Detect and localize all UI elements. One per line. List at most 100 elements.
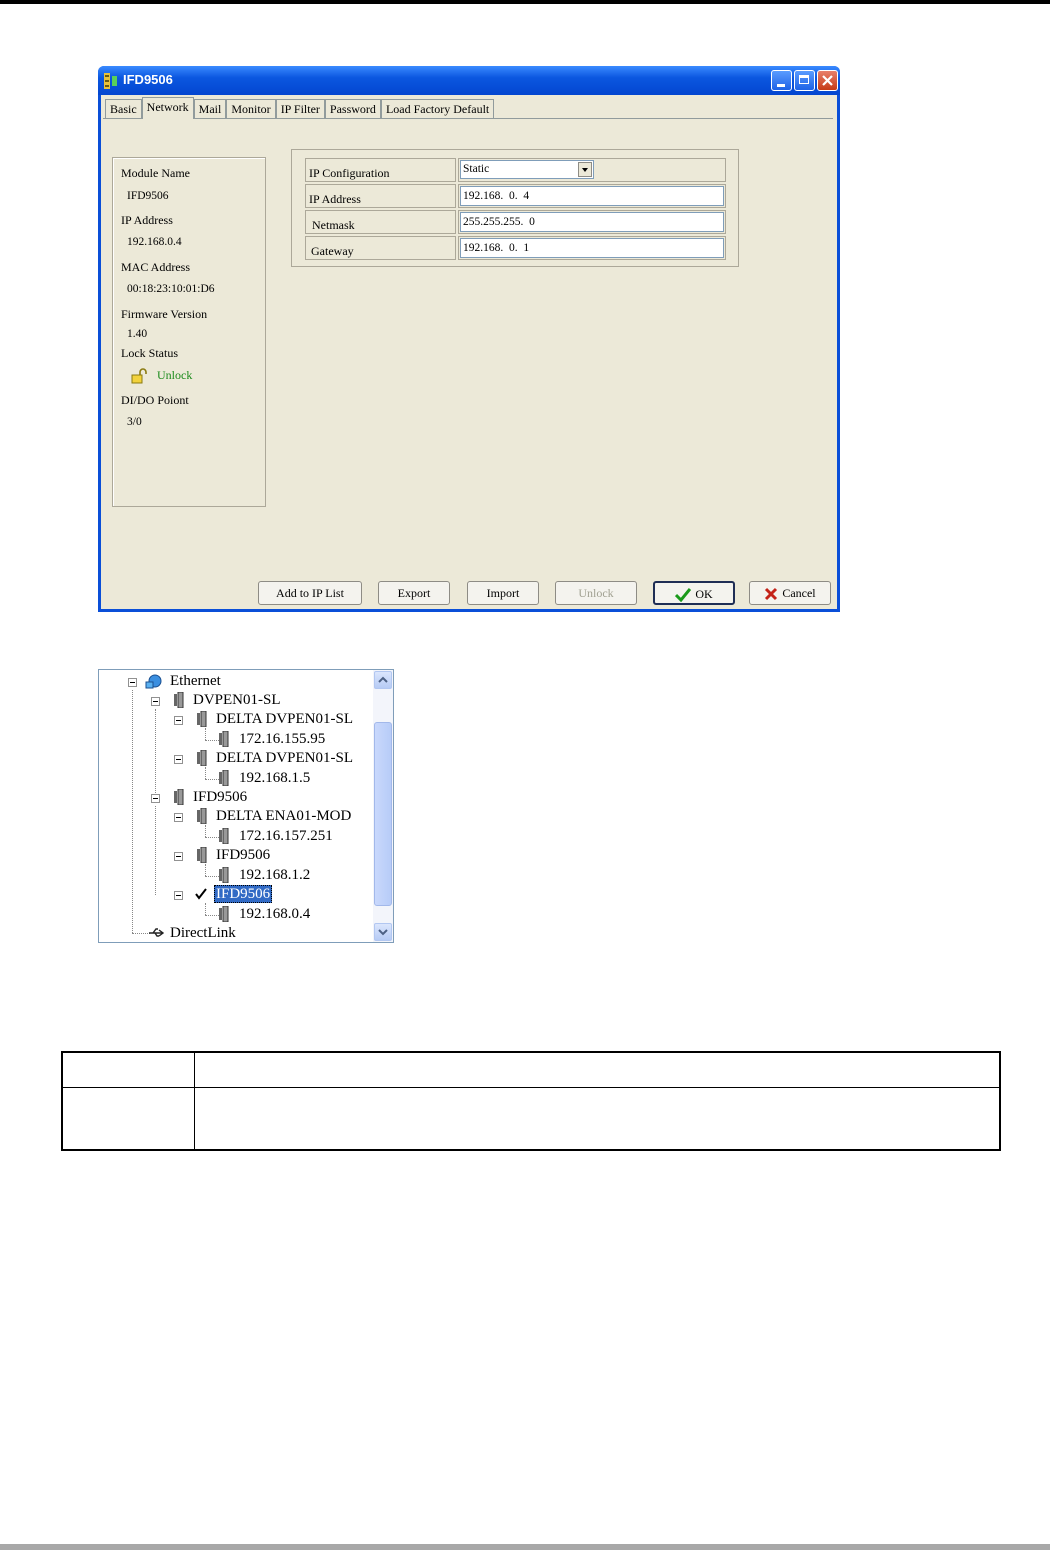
device-icon [197, 750, 207, 766]
close-icon[interactable] [817, 70, 838, 91]
ip-address-field-label: IP Address [305, 184, 456, 208]
ok-button[interactable]: OK [653, 581, 735, 605]
tree-guide [205, 837, 219, 838]
ip-configuration-selected: Static [463, 163, 490, 175]
cancel-x-icon [765, 588, 778, 601]
device-icon [219, 770, 229, 786]
device-tree[interactable]: Ethernet DVPEN01-SL DELTA DVPEN01-SL 172… [98, 669, 394, 943]
tree-item-delta-dvpen01-sl[interactable]: DELTA DVPEN01-SL [216, 749, 353, 767]
tree-guide [205, 864, 206, 876]
collapse-icon[interactable] [174, 813, 183, 822]
lock-status-label: Lock Status [121, 346, 178, 360]
tree-guide [205, 779, 219, 780]
ip-config-group: IP Configuration Static IP Address 192.1… [291, 149, 739, 267]
chevron-down-icon[interactable] [578, 162, 592, 177]
netmask-label: Netmask [305, 210, 456, 234]
tab-basic[interactable]: Basic [105, 99, 142, 119]
tree-item-ip[interactable]: 172.16.157.251 [239, 827, 333, 845]
title-bar[interactable]: IFD9506 [98, 66, 840, 95]
dido-point-label: DI/DO Poiont [121, 393, 189, 407]
page-bottom-rule [0, 1544, 1050, 1550]
collapse-icon[interactable] [174, 755, 183, 764]
ip-configuration-select[interactable]: Static [460, 160, 594, 179]
collapse-icon[interactable] [151, 697, 160, 706]
tree-item-delta-dvpen01-sl[interactable]: DELTA DVPEN01-SL [216, 710, 353, 728]
tree-guide [155, 709, 156, 799]
unlock-button[interactable]: Unlock [555, 581, 637, 605]
checkmark-icon [195, 888, 207, 900]
module-name-value: IFD9506 [127, 190, 169, 202]
scroll-up-button[interactable] [374, 671, 392, 689]
lock-status-value: Unlock [157, 368, 193, 382]
tab-ip-filter[interactable]: IP Filter [275, 99, 325, 119]
firmware-version-label: Firmware Version [121, 307, 208, 321]
firmware-version-value: 1.40 [127, 328, 148, 340]
collapse-icon[interactable] [174, 716, 183, 725]
network-icon [145, 674, 162, 689]
tab-password[interactable]: Password [324, 99, 381, 119]
device-icon [219, 867, 229, 883]
device-icon [174, 692, 184, 708]
mac-address-value: 00:18:23:10:01:D6 [127, 283, 215, 295]
scroll-thumb[interactable] [374, 722, 392, 906]
collapse-icon[interactable] [174, 891, 183, 900]
tab-load-factory-default[interactable]: Load Factory Default [380, 99, 495, 119]
device-icon [197, 808, 207, 824]
tree-item-ip[interactable]: 172.16.155.95 [239, 730, 325, 748]
collapse-icon[interactable] [128, 678, 137, 687]
selected-item-label: IFD9506 [214, 885, 273, 903]
table-column-divider [194, 1053, 195, 1149]
dido-point-value: 3/0 [127, 416, 142, 428]
tab-network[interactable]: Network [141, 97, 194, 119]
device-icon [197, 847, 207, 863]
tree-scrollbar[interactable] [373, 670, 393, 942]
collapse-icon[interactable] [174, 852, 183, 861]
tree-item-ip[interactable]: 192.168.1.5 [239, 769, 310, 787]
tree-item-ip[interactable]: 192.168.0.4 [239, 905, 310, 923]
tree-item-ifd9506[interactable]: IFD9506 [216, 846, 270, 864]
tree-guide [205, 915, 219, 916]
minimize-icon[interactable] [771, 70, 792, 91]
ip-address-input[interactable]: 192.168. 0. 4 [460, 186, 724, 206]
import-button[interactable]: Import [467, 581, 539, 605]
tree-guide [155, 806, 156, 895]
table-row-divider [63, 1087, 999, 1088]
device-icon [174, 789, 184, 805]
open-lock-icon [131, 368, 147, 384]
tab-monitor[interactable]: Monitor [226, 99, 276, 119]
network-tab-panel: Module Name IFD9506 IP Address 192.168.0… [103, 118, 833, 573]
gateway-input[interactable]: 192.168. 0. 1 [460, 238, 724, 258]
empty-table [61, 1051, 1001, 1151]
tree-item-directlink[interactable]: DirectLink [170, 924, 236, 942]
tree-item-ethernet[interactable]: Ethernet [170, 672, 221, 690]
app-icon [104, 73, 117, 89]
ip-address-value: 192.168.0.4 [127, 236, 182, 248]
add-to-ip-list-button[interactable]: Add to IP List [258, 581, 362, 605]
cancel-button[interactable]: Cancel [749, 581, 831, 605]
dialog-client-area: Basic Network Mail Monitor IP Filter Pas… [101, 95, 837, 609]
module-info-panel: Module Name IFD9506 IP Address 192.168.0… [112, 157, 266, 507]
maximize-icon[interactable] [794, 70, 815, 91]
tree-item-delta-ena01-mod[interactable]: DELTA ENA01-MOD [216, 807, 351, 825]
ifd9506-dialog: IFD9506 Basic Network Mail Monitor IP Fi… [98, 66, 840, 612]
mac-address-label: MAC Address [121, 260, 191, 274]
scroll-down-button[interactable] [374, 923, 392, 941]
tree-item-ip[interactable]: 192.168.1.2 [239, 866, 310, 884]
ip-address-label: IP Address [121, 213, 173, 227]
tree-item-ifd9506-selected[interactable]: IFD9506 [214, 885, 273, 903]
tab-strip: Basic Network Mail Monitor IP Filter Pas… [105, 97, 495, 119]
tree-item-dvpen01-sl[interactable]: DVPEN01-SL [193, 691, 281, 709]
device-icon [219, 731, 229, 747]
tree-item-ifd9506-group[interactable]: IFD9506 [193, 788, 247, 806]
gateway-label: Gateway [305, 236, 456, 260]
tree-guide [205, 825, 206, 837]
tab-mail[interactable]: Mail [193, 99, 227, 119]
page-top-rule [0, 0, 1050, 4]
device-icon [219, 828, 229, 844]
export-button[interactable]: Export [378, 581, 450, 605]
module-name-label: Module Name [121, 166, 190, 180]
device-icon [197, 711, 207, 727]
netmask-input[interactable]: 255.255.255. 0 [460, 212, 724, 232]
tree-guide [205, 903, 206, 915]
collapse-icon[interactable] [151, 794, 160, 803]
